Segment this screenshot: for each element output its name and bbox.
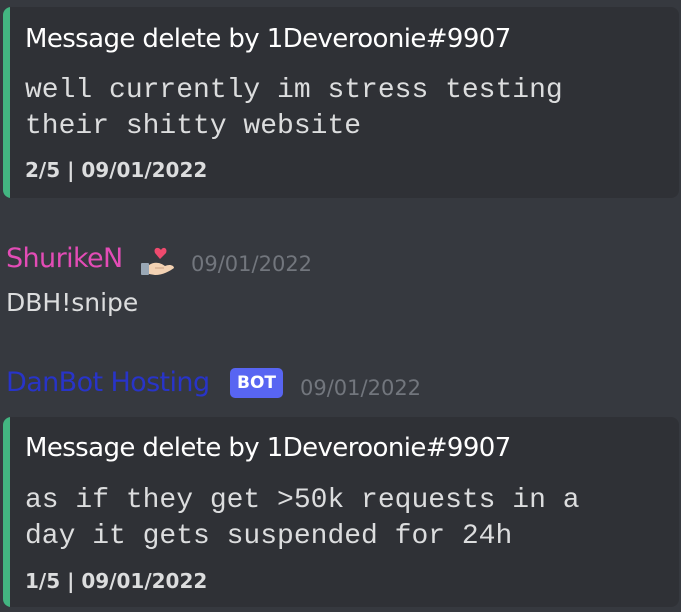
heart-in-hand-emoji bbox=[139, 246, 177, 282]
embed-description-line: as if they get >50k requests in a bbox=[25, 485, 580, 516]
deleted-message-embed: Message delete by 1Deveroonie#9907 as if… bbox=[3, 417, 679, 607]
bot-author[interactable]: DanBot Hosting bbox=[6, 367, 210, 398]
chat-view: Message delete by 1Deveroonie#9907 well … bbox=[0, 0, 681, 612]
embed-description-line: well currently im stress testing bbox=[25, 75, 563, 106]
embed-description-line: their shitty website bbox=[25, 111, 362, 142]
message-content: DBH!snipe bbox=[6, 288, 139, 317]
embed-footer: 2/5 | 09/01/2022 bbox=[25, 158, 208, 182]
message-timestamp: 09/01/2022 bbox=[191, 252, 313, 276]
bot-tag-badge: BOT bbox=[230, 368, 283, 398]
deleted-message-embed: Message delete by 1Deveroonie#9907 well … bbox=[3, 7, 679, 198]
embed-accent-bar bbox=[3, 417, 10, 607]
embed-title: Message delete by 1Deveroonie#9907 bbox=[25, 433, 511, 463]
embed-accent-bar bbox=[3, 7, 10, 198]
bot-message-timestamp: 09/01/2022 bbox=[300, 376, 422, 400]
embed-footer: 1/5 | 09/01/2022 bbox=[25, 569, 208, 593]
embed-title: Message delete by 1Deveroonie#9907 bbox=[25, 24, 511, 54]
embed-description-line: day it gets suspended for 24h bbox=[25, 521, 513, 552]
message-author[interactable]: ShurikeN bbox=[6, 243, 123, 274]
